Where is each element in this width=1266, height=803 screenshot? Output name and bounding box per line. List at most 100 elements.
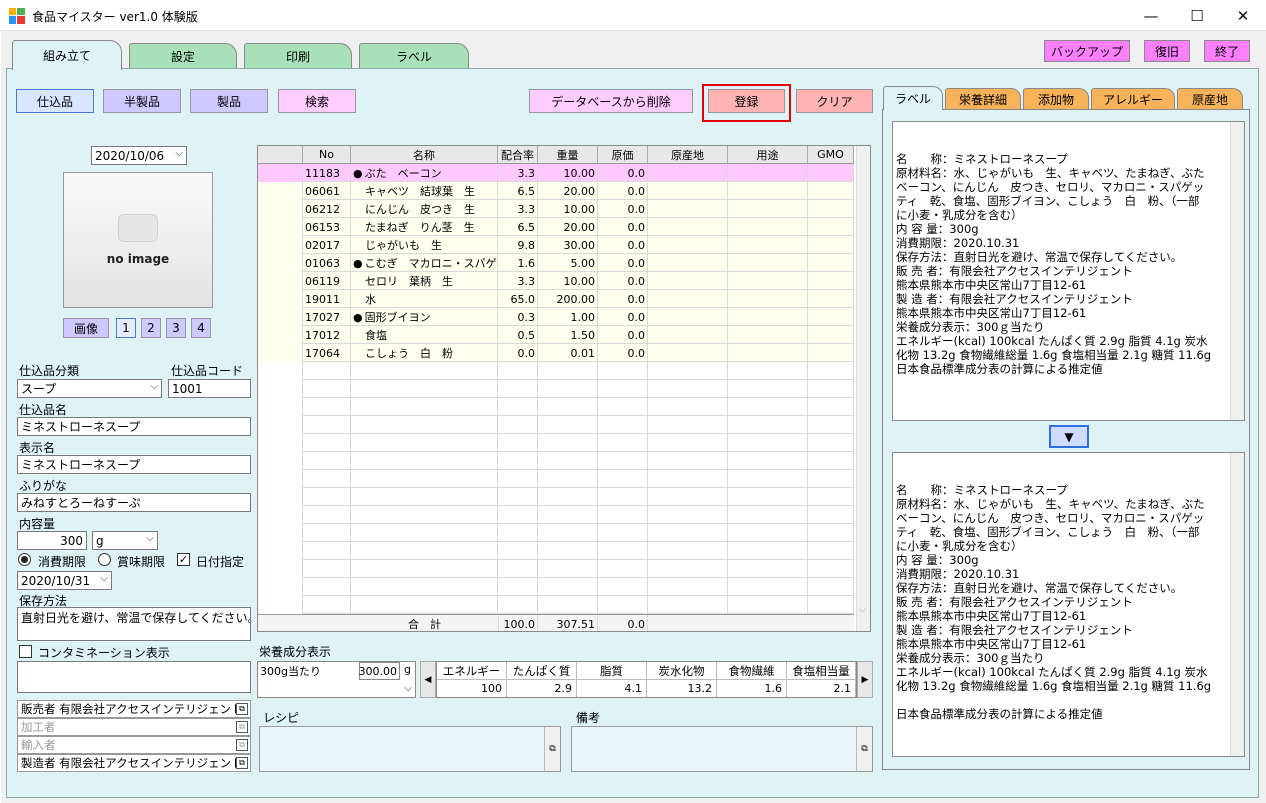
grid-cell-rate[interactable] — [498, 578, 538, 596]
grid-cell-usage[interactable] — [728, 578, 808, 596]
grid-cell-gmo[interactable] — [808, 578, 854, 596]
image-page-1[interactable]: 1 — [116, 318, 136, 338]
grid-cell-no[interactable] — [303, 596, 351, 614]
maker-row-seller[interactable]: 販売者 有限会社アクセスインテリジェント ⧉ — [17, 700, 251, 718]
grid-cell-gmo[interactable] — [808, 542, 854, 560]
image-page-4[interactable]: 4 — [191, 318, 211, 338]
empty-row[interactable] — [258, 578, 854, 596]
grid-cell-name[interactable] — [351, 434, 498, 452]
grid-cell-origin[interactable] — [648, 524, 728, 542]
grid-cell-weight[interactable]: 20.00 — [538, 218, 598, 236]
grid-cell-rate[interactable] — [498, 506, 538, 524]
grid-cell-origin[interactable] — [648, 578, 728, 596]
scroll-left-icon[interactable]: ◀ — [420, 661, 436, 698]
grid-cell-name[interactable] — [351, 560, 498, 578]
grid-cell-sel[interactable] — [258, 488, 303, 506]
grid-cell-rate[interactable] — [498, 470, 538, 488]
grid-cell-usage[interactable] — [728, 182, 808, 200]
category-select[interactable]: スープ ⌵ — [17, 379, 162, 398]
label-top-scrollbar[interactable] — [1230, 122, 1244, 420]
grid-cell-weight[interactable] — [538, 596, 598, 614]
grid-cell-usage[interactable] — [728, 290, 808, 308]
grid-cell-usage[interactable] — [728, 380, 808, 398]
grid-header-usage[interactable]: 用途 — [728, 146, 808, 164]
nutrition-basis[interactable]: 300g当たり 300.00 g ⌵ — [257, 661, 416, 698]
grid-cell-name[interactable] — [351, 488, 498, 506]
empty-row[interactable] — [258, 488, 854, 506]
grid-cell-rate[interactable] — [498, 416, 538, 434]
grid-cell-gmo[interactable] — [808, 236, 854, 254]
grid-cell-rate[interactable]: 0.3 — [498, 308, 538, 326]
grid-cell-origin[interactable] — [648, 308, 728, 326]
grid-cell-no[interactable] — [303, 524, 351, 542]
grid-cell-origin[interactable] — [648, 596, 728, 614]
grid-cell-name[interactable]: 食塩 — [351, 326, 498, 344]
grid-cell-cost[interactable] — [598, 488, 648, 506]
date-specify-checkbox[interactable]: ✓ — [177, 553, 190, 566]
close-button[interactable]: ✕ — [1220, 0, 1266, 31]
grid-cell-sel[interactable] — [258, 578, 303, 596]
grid-cell-weight[interactable] — [538, 578, 598, 596]
grid-cell-weight[interactable]: 20.00 — [538, 182, 598, 200]
grid-cell-sel[interactable] — [258, 218, 303, 236]
grid-cell-cost[interactable]: 0.0 — [598, 218, 648, 236]
grid-cell-no[interactable]: 06119 — [303, 272, 351, 290]
display-name-input[interactable]: ミネストローネスープ — [17, 455, 251, 474]
grid-cell-no[interactable]: 17027 — [303, 308, 351, 326]
hanseihin-button[interactable]: 半製品 — [103, 89, 181, 113]
grid-scrollbar[interactable]: ⌵ — [856, 146, 870, 631]
maker-row-manufacturer[interactable]: 製造者 有限会社アクセスインテリジェント ⧉ — [17, 754, 251, 772]
grid-cell-weight[interactable]: 5.00 — [538, 254, 598, 272]
empty-row[interactable] — [258, 416, 854, 434]
grid-cell-sel[interactable] — [258, 200, 303, 218]
grid-cell-name[interactable] — [351, 524, 498, 542]
grid-cell-rate[interactable]: 0.5 — [498, 326, 538, 344]
tab-settei[interactable]: 設定 — [129, 43, 237, 69]
contamination-input[interactable] — [17, 661, 251, 693]
grid-cell-name[interactable]: 水 — [351, 290, 498, 308]
tab-label[interactable]: ラベル — [359, 43, 469, 69]
grid-cell-rate[interactable]: 3.3 — [498, 200, 538, 218]
grid-cell-weight[interactable] — [538, 416, 598, 434]
radio-consume[interactable] — [18, 553, 31, 566]
clear-button[interactable]: クリア — [796, 89, 873, 113]
grid-cell-origin[interactable] — [648, 434, 728, 452]
grid-cell-usage[interactable] — [728, 398, 808, 416]
name-input[interactable]: ミネストローネスープ — [17, 417, 251, 436]
grid-cell-sel[interactable] — [258, 398, 303, 416]
grid-cell-origin[interactable] — [648, 560, 728, 578]
empty-row[interactable] — [258, 524, 854, 542]
grid-cell-weight[interactable] — [538, 380, 598, 398]
grid-cell-gmo[interactable] — [808, 272, 854, 290]
grid-cell-no[interactable]: 06061 — [303, 182, 351, 200]
grid-header-gmo[interactable]: GMO — [808, 146, 854, 164]
grid-cell-cost[interactable] — [598, 578, 648, 596]
grid-cell-usage[interactable] — [728, 596, 808, 614]
grid-cell-no[interactable] — [303, 380, 351, 398]
grid-cell-no[interactable]: 17012 — [303, 326, 351, 344]
grid-cell-usage[interactable] — [728, 254, 808, 272]
empty-row[interactable] — [258, 398, 854, 416]
grid-cell-cost[interactable] — [598, 506, 648, 524]
grid-cell-cost[interactable] — [598, 524, 648, 542]
grid-cell-sel[interactable] — [258, 362, 303, 380]
grid-cell-rate[interactable]: 6.5 — [498, 218, 538, 236]
grid-cell-no[interactable] — [303, 434, 351, 452]
grid-cell-usage[interactable] — [728, 416, 808, 434]
table-row[interactable]: 06061 キャベツ 結球葉 生 6.5 20.00 0.0 — [258, 182, 854, 200]
grid-cell-sel[interactable] — [258, 434, 303, 452]
grid-cell-name[interactable] — [351, 416, 498, 434]
grid-header-cost[interactable]: 原価 — [598, 146, 648, 164]
grid-cell-cost[interactable] — [598, 560, 648, 578]
grid-cell-usage[interactable] — [728, 542, 808, 560]
table-row[interactable]: 17027 ● 固形ブイヨン 0.3 1.00 0.0 — [258, 308, 854, 326]
grid-cell-cost[interactable] — [598, 470, 648, 488]
copy-down-arrow-icon[interactable]: ▼ — [1049, 425, 1089, 448]
grid-cell-no[interactable] — [303, 506, 351, 524]
grid-cell-origin[interactable] — [648, 380, 728, 398]
image-page-2[interactable]: 2 — [141, 318, 161, 338]
chevron-down-icon[interactable]: ⌵ — [404, 683, 412, 694]
grid-cell-name[interactable] — [351, 452, 498, 470]
grid-cell-cost[interactable] — [598, 542, 648, 560]
grid-cell-rate[interactable]: 9.8 — [498, 236, 538, 254]
